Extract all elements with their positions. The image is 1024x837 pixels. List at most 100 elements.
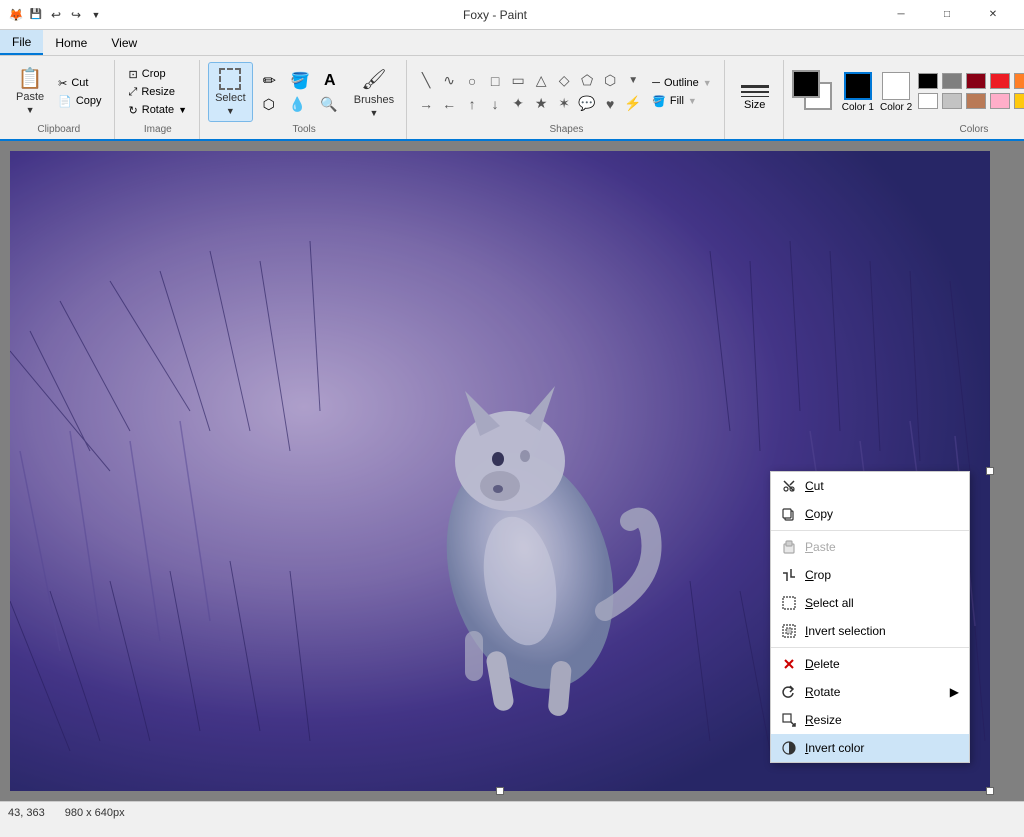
brushes-label: Brushes (354, 94, 394, 106)
shape-callout[interactable]: 💬 (576, 93, 598, 115)
cut-ctx-icon (781, 478, 797, 494)
resize-handle-e[interactable] (986, 467, 994, 475)
resize-handle-s[interactable] (496, 787, 504, 795)
color1-swatch[interactable] (792, 70, 820, 98)
shape-rect2[interactable]: ▭ (507, 70, 529, 92)
color1-display[interactable] (844, 72, 872, 100)
close-button[interactable]: ✕ (970, 0, 1016, 30)
ctx-item-cut[interactable]: Cut (771, 472, 969, 500)
shape-arrow-l[interactable]: ← (438, 93, 460, 115)
ctx-item-invert-color[interactable]: Invert color (771, 734, 969, 762)
palette-color-13[interactable] (990, 93, 1010, 109)
copy-label: Copy (76, 95, 102, 107)
colors-items: Color 1 Color 2 (792, 62, 1024, 122)
size-button[interactable]: Size (733, 81, 777, 115)
rotate-dropdown[interactable]: ▼ (178, 105, 187, 115)
paste-ctx-icon (781, 539, 797, 555)
ctx-item-rotate[interactable]: Rotate▶ (771, 678, 969, 706)
shape-heart[interactable]: ♥ (599, 93, 621, 115)
palette-color-14[interactable] (1014, 93, 1024, 109)
shape-star5[interactable]: ★ (530, 93, 552, 115)
clipboard-group: 📋 Paste ▼ ✂ Cut 📄 Copy Clipboard (4, 60, 115, 139)
color2-display[interactable] (882, 72, 910, 100)
copy-button[interactable]: 📄 Copy (52, 93, 107, 110)
menu-file[interactable]: File (0, 30, 43, 55)
palette-color-11[interactable] (942, 93, 962, 109)
fill-dropdown[interactable]: ▼ (688, 96, 697, 106)
tools-items: Select ▼ ✏ 🪣 A ⬡ 💧 🔍 (208, 62, 400, 122)
ctx-item-delete[interactable]: Delete (771, 650, 969, 678)
fill-dropdown-button[interactable]: 🪣 Fill ▼ (646, 93, 718, 110)
shape-pentagon[interactable]: ⬠ (576, 70, 598, 92)
undo-icon[interactable]: ↩ (48, 7, 64, 23)
shape-oval[interactable]: ○ (461, 70, 483, 92)
select-dropdown[interactable]: ▼ (226, 106, 235, 116)
menu-home[interactable]: Home (43, 30, 99, 55)
paste-dropdown[interactable]: ▼ (26, 105, 35, 115)
crop-button[interactable]: ⊡ Crop (123, 66, 194, 83)
rotate-button[interactable]: ↻ Rotate ▼ (123, 102, 194, 119)
shape-arrow-r[interactable]: → (415, 93, 437, 115)
shape-arrow-d[interactable]: ↓ (484, 93, 506, 115)
brushes-dropdown[interactable]: ▼ (370, 108, 379, 118)
shape-diamond[interactable]: ◇ (553, 70, 575, 92)
eraser-button[interactable]: ⬡ (257, 94, 281, 115)
shape-star4[interactable]: ✦ (507, 93, 529, 115)
shape-arrow-u[interactable]: ↑ (461, 93, 483, 115)
image-items: ⊡ Crop ⤢ Resize ↻ Rotate ▼ (123, 62, 194, 122)
canvas-area[interactable]: CutCopyPasteCropSelect allInvert selecti… (0, 141, 1024, 801)
fill-button[interactable]: 🪣 (284, 69, 316, 93)
ctx-item-invert-selection[interactable]: Invert selection (771, 617, 969, 645)
shapes-more[interactable]: ▼ (622, 70, 644, 92)
outline-button[interactable]: ─ Outline ▼ (646, 75, 718, 91)
cut-button[interactable]: ✂ Cut (52, 75, 107, 92)
resize-ctx-label: Resize (805, 713, 842, 727)
shape-triangle[interactable]: △ (530, 70, 552, 92)
palette-color-2[interactable] (966, 73, 986, 89)
shape-lightning[interactable]: ⚡ (622, 93, 644, 115)
save-icon[interactable]: 💾 (28, 7, 44, 23)
crop-label: Crop (142, 68, 166, 80)
resize-button[interactable]: ⤢ Resize (123, 84, 194, 101)
select-button[interactable]: Select ▼ (208, 62, 253, 122)
crop-icon: ⊡ (129, 68, 138, 81)
brushes-button[interactable]: 🖌 Brushes ▼ (348, 62, 400, 122)
paste-button[interactable]: 📋 Paste ▼ (10, 62, 50, 122)
palette-color-1[interactable] (942, 73, 962, 89)
minimize-button[interactable]: ─ (878, 0, 924, 30)
size-label: Size (744, 99, 765, 111)
magnify-button[interactable]: 🔍 (314, 94, 343, 115)
shape-hex[interactable]: ⬡ (599, 70, 621, 92)
palette-color-12[interactable] (966, 93, 986, 109)
ctx-item-resize[interactable]: Resize (771, 706, 969, 734)
colors-label: Colors (960, 122, 989, 137)
tools-group: Select ▼ ✏ 🪣 A ⬡ 💧 🔍 (202, 60, 407, 139)
position-status: 43, 363 (8, 807, 45, 819)
cut-label: Cut (71, 77, 88, 89)
window-controls[interactable]: ─ □ ✕ (878, 0, 1016, 30)
dropdown-icon[interactable]: ▼ (88, 7, 104, 23)
palette-color-0[interactable] (918, 73, 938, 89)
pencil-button[interactable]: ✏ (257, 69, 282, 93)
shape-curve[interactable]: ∿ (438, 70, 460, 92)
color-picker-button[interactable]: 💧 (283, 94, 312, 115)
shape-star6[interactable]: ✶ (553, 93, 575, 115)
ctx-item-copy[interactable]: Copy (771, 500, 969, 528)
maximize-button[interactable]: □ (924, 0, 970, 30)
palette-color-4[interactable] (1014, 73, 1024, 89)
text-button[interactable]: A (318, 69, 342, 93)
palette-color-3[interactable] (990, 73, 1010, 89)
redo-icon[interactable]: ↪ (68, 7, 84, 23)
ctx-item-select-all[interactable]: Select all (771, 589, 969, 617)
palette-color-10[interactable] (918, 93, 938, 109)
shape-line[interactable]: ╲ (415, 70, 437, 92)
tools-label: Tools (292, 122, 315, 137)
menu-view[interactable]: View (99, 30, 149, 55)
window-title: Foxy - Paint (112, 8, 878, 22)
delete-ctx-icon (781, 656, 797, 672)
outline-dropdown[interactable]: ▼ (703, 78, 712, 88)
canvas-image[interactable]: CutCopyPasteCropSelect allInvert selecti… (10, 151, 990, 791)
ctx-item-crop[interactable]: Crop (771, 561, 969, 589)
shape-rect[interactable]: □ (484, 70, 506, 92)
resize-handle-se[interactable] (986, 787, 994, 795)
